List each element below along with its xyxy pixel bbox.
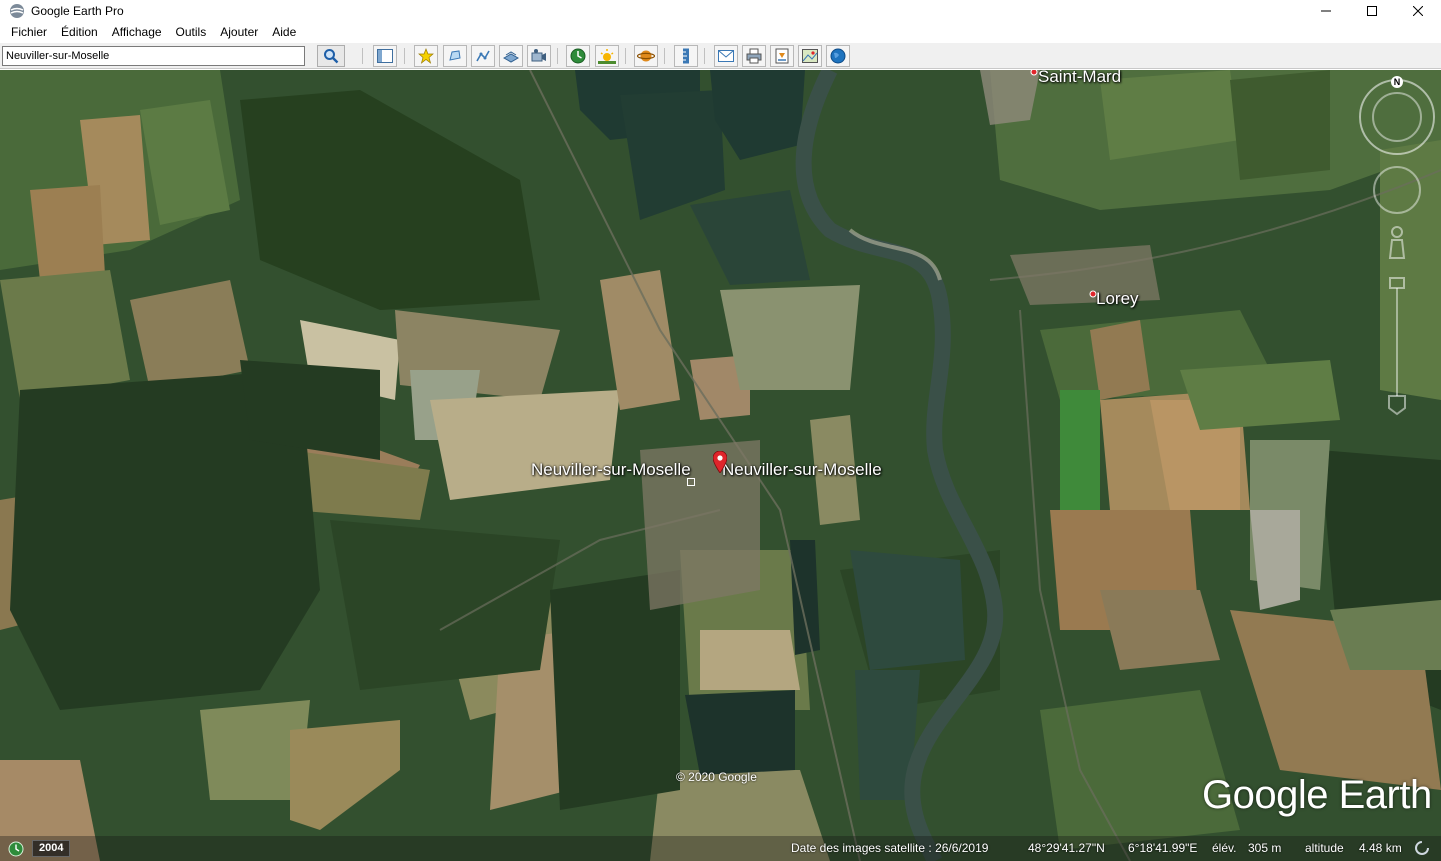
search-input[interactable] [2,46,305,66]
menu-aide[interactable]: Aide [265,22,303,43]
sidebar-toggle-button[interactable] [373,45,397,67]
menu-edition[interactable]: Édition [54,22,105,43]
menu-bar: Fichier Édition Affichage Outils Ajouter… [0,22,1441,43]
place-label-neuviller[interactable]: Neuviller-sur-Moselle [531,460,691,480]
planet-icon [637,50,655,62]
search-result-pin-icon[interactable] [713,451,727,473]
map-view[interactable]: Saint-Mard Lorey Neuviller-sur-Moselle N… [0,70,1441,861]
switch-planet-button[interactable] [634,45,658,67]
elevation-label: élév. [1212,841,1237,855]
map-copyright: © 2020 Google [676,770,757,784]
print-button[interactable] [742,45,766,67]
toolbar-separator [362,48,363,64]
google-earth-app-icon [10,4,24,18]
window-controls [1303,0,1441,22]
save-image-button[interactable] [770,45,794,67]
menu-fichier[interactable]: Fichier [4,22,54,43]
altitude-label: altitude [1305,841,1344,855]
placemark-icon [418,48,434,64]
zoom-slider[interactable] [1388,277,1406,416]
historical-imagery-button[interactable] [566,45,590,67]
close-button[interactable] [1395,0,1441,22]
imagery-year-badge[interactable]: 2004 [32,840,71,857]
map-photo-icon [802,49,818,63]
sidebar-icon [377,49,393,63]
search-button[interactable] [317,45,345,67]
globe-icon [830,48,846,64]
email-button[interactable] [714,45,738,67]
sunlight-button[interactable] [595,45,619,67]
status-bar: 2004 Date des images satellite : 26/6/20… [0,836,1441,861]
poi-square-icon [687,478,695,486]
menu-outils[interactable]: Outils [169,22,214,43]
historical-clock-icon [570,48,586,64]
ruler-button[interactable] [674,45,698,67]
toolbar-separator [557,48,558,64]
compass-north-label: N [1394,77,1401,87]
polygon-icon [449,50,461,61]
save-image-icon [775,48,789,64]
menu-affichage[interactable]: Affichage [105,22,169,43]
google-earth-logo: Google Earth [1202,773,1432,817]
altitude-value: 4.48 km [1359,841,1402,855]
earth-gallery-button[interactable] [826,45,850,67]
add-path-button[interactable] [471,45,495,67]
search-icon [324,49,339,64]
street-view-pegman-icon[interactable] [1388,226,1406,259]
view-in-maps-button[interactable] [798,45,822,67]
minimize-icon [1321,10,1331,12]
navigation-controls: N [1356,74,1438,424]
email-icon [718,50,734,62]
minimize-button[interactable] [1303,0,1349,22]
add-polygon-button[interactable] [443,45,467,67]
menu-ajouter[interactable]: Ajouter [213,22,265,43]
path-icon [476,50,490,62]
search-result-label-neuviller[interactable]: Neuviller-sur-Moselle [722,460,882,480]
imagery-date: Date des images satellite : 26/6/2019 [791,841,989,855]
title-bar: Google Earth Pro [0,0,1441,22]
maximize-icon [1367,6,1377,16]
image-overlay-icon [503,51,519,63]
toolbar-separator [704,48,705,64]
move-joystick[interactable] [1373,166,1421,214]
toolbar-separator [625,48,626,64]
add-image-overlay-button[interactable] [499,45,523,67]
look-joystick[interactable] [1359,79,1435,155]
toolbar-separator [664,48,665,64]
close-icon [1413,6,1423,16]
ruler-icon [683,48,689,64]
record-tour-icon [531,49,546,62]
place-dot-icon [1030,70,1038,76]
print-icon [746,48,762,64]
streaming-progress-icon [1415,841,1429,855]
record-tour-button[interactable] [527,45,551,67]
place-label-lorey[interactable]: Lorey [1096,289,1139,309]
longitude-readout: 6°18'41.99"E [1128,841,1198,855]
historical-imagery-icon[interactable] [8,841,24,857]
sun-icon [598,49,616,64]
add-placemark-button[interactable] [414,45,438,67]
toolbar-separator [404,48,405,64]
place-label-saint-mard[interactable]: Saint-Mard [1038,70,1121,87]
toolbar [0,43,1441,69]
place-dot-icon [1089,290,1097,298]
maximize-button[interactable] [1349,0,1395,22]
elevation-value: 305 m [1248,841,1282,855]
window-title: Google Earth Pro [31,4,124,18]
latitude-readout: 48°29'41.27"N [1028,841,1105,855]
